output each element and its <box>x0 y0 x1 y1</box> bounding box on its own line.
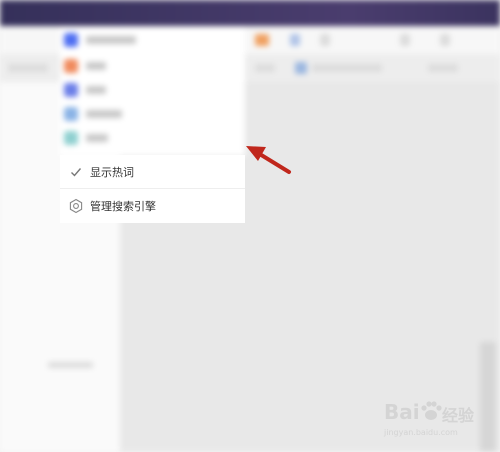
paw-icon <box>418 398 444 428</box>
baidu-watermark: Bai 经验 jingyan.baidu.com du <box>384 398 494 442</box>
annotation-arrow <box>246 146 291 174</box>
watermark-suffix: 经验 <box>442 406 475 425</box>
watermark-url: jingyan.baidu.com <box>384 428 458 437</box>
watermark-brand: Bai <box>384 400 420 424</box>
